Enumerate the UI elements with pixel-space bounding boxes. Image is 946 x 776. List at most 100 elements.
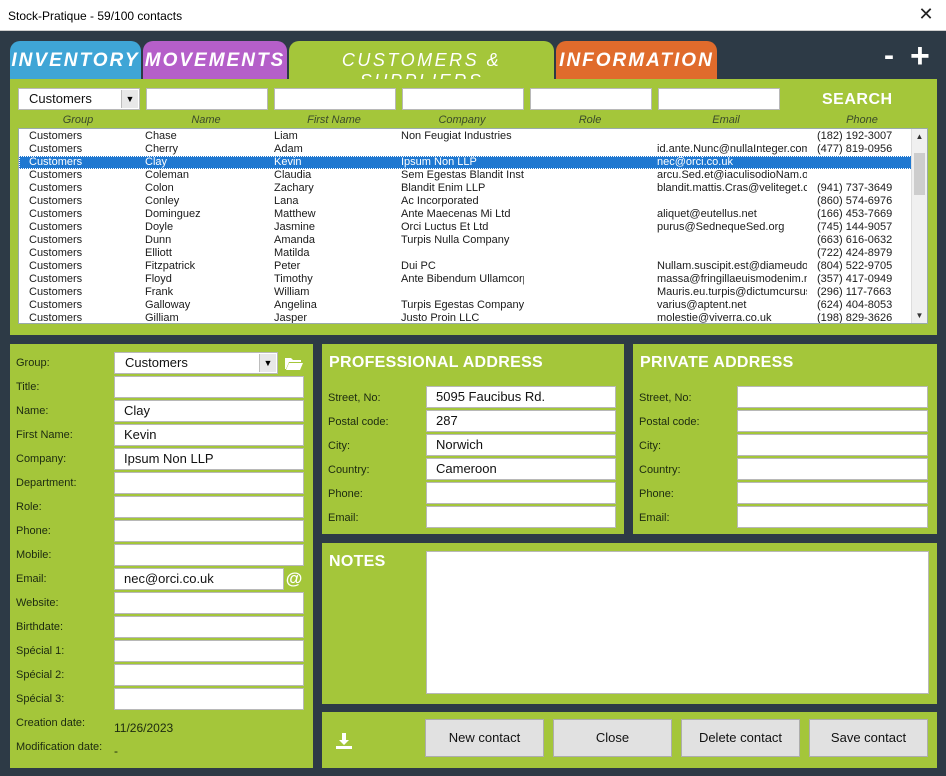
zoom-out-button[interactable]: - [884, 39, 894, 73]
professional-country-field[interactable]: Cameroon [426, 458, 616, 480]
cell-company: Orci Luctus Et Ltd [401, 221, 489, 233]
table-row[interactable]: Customers Doyle Jasmine Orci Luctus Et Ltd p… [19, 221, 912, 234]
scroll-thumb[interactable] [914, 153, 925, 195]
chevron-down-icon[interactable]: ▼ [259, 354, 276, 372]
tab-information[interactable]: INFORMATION [556, 41, 717, 79]
table-row[interactable]: Customers Dominguez Matthew Ante Maecenas M… [19, 208, 912, 221]
cell-group: Customers [29, 273, 83, 285]
table-row[interactable]: Customers Galloway Angelina Turpis Egestas … [19, 299, 912, 312]
table-row[interactable]: Customers Cherry Adam id.ante.Nunc@nullaInt… [19, 143, 912, 156]
private-city-field[interactable] [737, 434, 928, 456]
cell-company: Turpis Egestas Company [401, 299, 524, 311]
action-bar: New contact Close Delete contact Save co… [322, 712, 937, 768]
private-country-field[interactable] [737, 458, 928, 480]
name-search-input[interactable] [146, 88, 268, 110]
scroll-down-icon[interactable]: ▼ [912, 308, 927, 323]
role-search-input[interactable] [530, 88, 652, 110]
download-icon[interactable] [334, 731, 354, 751]
cell-company: Justo Proin LLC [401, 312, 480, 324]
private-email-label: Email: [639, 512, 670, 524]
name-field[interactable]: Clay [114, 400, 304, 422]
notes-textarea[interactable] [426, 551, 929, 694]
tab-movements[interactable]: MOVEMENTS [143, 41, 287, 79]
email-field[interactable]: nec@orci.co.uk [114, 568, 284, 590]
email-label: Email: [16, 573, 47, 585]
website-field[interactable] [114, 592, 304, 614]
group-select-value: Customers [125, 355, 188, 370]
company-search-input[interactable] [402, 88, 524, 110]
group-select[interactable]: Customers ▼ [114, 352, 278, 374]
cell-email: id.ante.Nunc@nullaInteger.com [657, 143, 807, 155]
cell-name: Clay [145, 156, 168, 168]
notes-title: NOTES [329, 553, 386, 570]
cell-company: Ante Maecenas Mi Ltd [401, 208, 511, 220]
cell-group: Customers [29, 286, 83, 298]
table-row[interactable]: Customers Clay Kevin Ipsum Non LLP nec@orci.… [19, 156, 912, 169]
contacts-list[interactable]: Customers Chase Liam Non Feugiat Industries… [18, 128, 928, 324]
birthdate-field[interactable] [114, 616, 304, 638]
table-row[interactable]: Customers Fitzpatrick Peter Dui PC Nullam.su… [19, 260, 912, 273]
email-search-input[interactable] [658, 88, 780, 110]
close-window-icon[interactable]: ✕ [914, 4, 938, 25]
professional-phone-label: Phone: [328, 488, 363, 500]
new-contact-button[interactable]: New contact [425, 719, 544, 757]
cell-first: Jasper [274, 312, 308, 324]
special-2-field[interactable] [114, 664, 304, 686]
professional-phone-field[interactable] [426, 482, 616, 504]
phone-label: Phone: [16, 525, 51, 537]
cell-name: Chase [145, 130, 177, 142]
send-email-button[interactable]: @ [284, 568, 304, 590]
cell-phone: (722) 424-8979 [817, 247, 893, 259]
title-field[interactable] [114, 376, 304, 398]
mobile-field[interactable] [114, 544, 304, 566]
tab-inventory[interactable]: INVENTORY [10, 41, 141, 79]
role-field[interactable] [114, 496, 304, 518]
table-row[interactable]: Customers Colon Zachary Blandit Enim LLP bla… [19, 182, 912, 195]
folder-open-icon[interactable] [284, 353, 304, 373]
professional-street-field[interactable]: 5095 Faucibus Rd. [426, 386, 616, 408]
table-row[interactable]: Customers Dunn Amanda Turpis Nulla Company (… [19, 234, 912, 247]
professional-postal-code-field[interactable]: 287 [426, 410, 616, 432]
private-email-field[interactable] [737, 506, 928, 528]
column-header-company: Company [438, 114, 486, 126]
professional-city-field[interactable]: Norwich [426, 434, 616, 456]
search-button[interactable]: SEARCH [822, 91, 893, 109]
private-postal-code-label: Postal code: [639, 416, 700, 428]
table-row[interactable]: Customers Frank William Mauris.eu.turpis@di… [19, 286, 912, 299]
group-filter-select[interactable]: Customers ▼ [18, 88, 140, 110]
first-name-field[interactable]: Kevin [114, 424, 304, 446]
cell-phone: (357) 417-0949 [817, 273, 893, 285]
cell-phone: (624) 404-8053 [817, 299, 893, 311]
cell-name: Dominguez [145, 208, 201, 220]
cell-phone: (860) 574-6976 [817, 195, 893, 207]
list-scrollbar[interactable]: ▲ ▼ [911, 129, 927, 323]
website-label: Website: [16, 597, 59, 609]
zoom-in-button[interactable]: + [910, 37, 930, 76]
cell-company: Ante Bibendum Ullamcorp [401, 273, 524, 285]
table-row[interactable]: Customers Conley Lana Ac Incorporated (860) … [19, 195, 912, 208]
tab-customers-suppliers[interactable]: CUSTOMERS & SUPPLIERS [289, 41, 554, 91]
phone-field[interactable] [114, 520, 304, 542]
special-3-field[interactable] [114, 688, 304, 710]
private-phone-field[interactable] [737, 482, 928, 504]
cell-group: Customers [29, 299, 83, 311]
table-row[interactable]: Customers Elliott Matilda (722) 424-8979 [19, 247, 912, 260]
table-row[interactable]: Customers Floyd Timothy Ante Bibendum Ullam… [19, 273, 912, 286]
professional-email-field[interactable] [426, 506, 616, 528]
private-street-field[interactable] [737, 386, 928, 408]
table-row[interactable]: Customers Chase Liam Non Feugiat Industries… [19, 130, 912, 143]
department-field[interactable] [114, 472, 304, 494]
special-1-field[interactable] [114, 640, 304, 662]
window-title: Stock-Pratique - 59/100 contacts [8, 9, 183, 23]
table-row[interactable]: Customers Gilliam Jasper Justo Proin LLC mol… [19, 312, 912, 324]
company-field[interactable]: Ipsum Non LLP [114, 448, 304, 470]
close-button[interactable]: Close [553, 719, 672, 757]
private-postal-code-field[interactable] [737, 410, 928, 432]
chevron-down-icon[interactable]: ▼ [121, 90, 138, 108]
scroll-up-icon[interactable]: ▲ [912, 129, 927, 144]
cell-first: Adam [274, 143, 303, 155]
table-row[interactable]: Customers Coleman Claudia Sem Egestas Bland… [19, 169, 912, 182]
save-contact-button[interactable]: Save contact [809, 719, 928, 757]
first-name-search-input[interactable] [274, 88, 396, 110]
delete-contact-button[interactable]: Delete contact [681, 719, 800, 757]
